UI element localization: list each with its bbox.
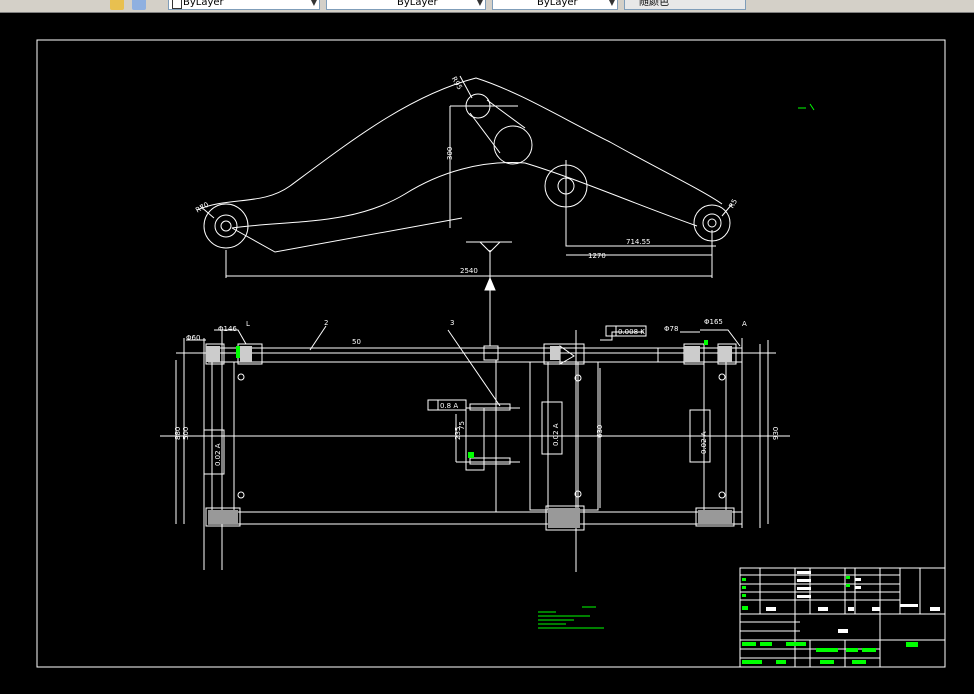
lineweight-combo[interactable]: ByLayer ▼ bbox=[492, 0, 618, 10]
label-phi146: Φ146 bbox=[218, 325, 237, 333]
tol-08a: 0.8 A bbox=[440, 402, 458, 410]
chevron-down-icon: ▼ bbox=[476, 0, 483, 7]
layer-toolbar: ByLayer ▼ ByLayer ▼ ByLayer ▼ 随颜色 bbox=[0, 0, 974, 13]
tol-center-block: 0.02 A bbox=[552, 423, 560, 446]
dim-height: 300 bbox=[446, 147, 454, 160]
dim-880: 880 bbox=[174, 427, 182, 440]
label-ref-3: 3 bbox=[450, 319, 454, 327]
label-phi165: Φ165 bbox=[704, 318, 723, 326]
linetype-combo[interactable]: ByLayer ▼ bbox=[326, 0, 486, 10]
tol-0008k: 0.008 K bbox=[618, 328, 645, 336]
dim-2540: 2540 bbox=[460, 267, 478, 275]
dim-75: 75 bbox=[458, 421, 466, 430]
dim-1270: 1270 bbox=[588, 252, 606, 260]
chevron-down-icon: ▼ bbox=[310, 0, 317, 7]
label-ref-l: L bbox=[246, 320, 250, 328]
color-swatch-icon bbox=[172, 0, 182, 9]
layer-props-icon[interactable] bbox=[132, 0, 146, 10]
label-ref-a: A bbox=[742, 320, 747, 328]
plotstyle-combo[interactable]: 随颜色 bbox=[624, 0, 746, 10]
label-dim50: 50 bbox=[352, 338, 361, 346]
dim-714: 714.55 bbox=[626, 238, 651, 246]
dim-500: 500 bbox=[182, 427, 190, 440]
label-ref-2: 2 bbox=[324, 319, 328, 327]
tol-left-block: 0.02 A bbox=[214, 443, 222, 466]
layer-state-icon[interactable] bbox=[110, 0, 124, 10]
dim-630: 630 bbox=[596, 425, 604, 438]
chevron-down-icon: ▼ bbox=[608, 0, 615, 7]
tol-right-block: 0.02 A bbox=[700, 431, 708, 454]
color-combo[interactable]: ByLayer ▼ bbox=[168, 0, 320, 10]
dim-930: 930 bbox=[772, 427, 780, 440]
drawing-canvas[interactable]: R95 300 R70 R5 714.55 1270 2540 Φ60 Φ146… bbox=[0, 13, 974, 694]
label-phi60: Φ60 bbox=[186, 334, 200, 342]
label-phi78: Φ78 bbox=[664, 325, 678, 333]
